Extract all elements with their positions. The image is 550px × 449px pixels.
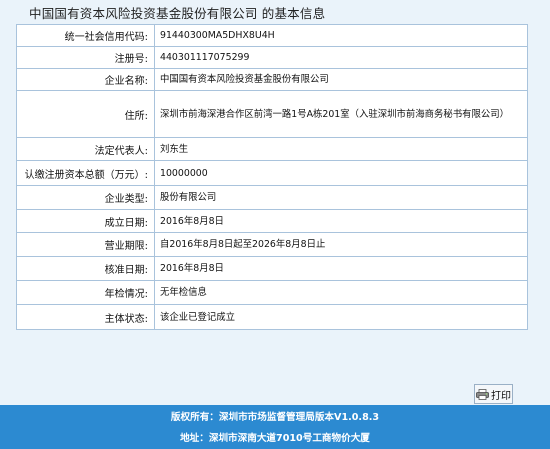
legal-representative-value: 刘东生 <box>154 137 528 161</box>
approval-date-label: 核准日期: <box>16 256 155 281</box>
entity-status-label: 主体状态: <box>16 304 155 330</box>
address-label: 住所: <box>16 90 155 138</box>
table-row-business-term: 营业期限: 自2016年8月8日起至2026年8月8日止 <box>16 232 528 257</box>
printer-icon <box>476 388 489 400</box>
table-row-company-type: 企业类型: 股份有限公司 <box>16 185 528 210</box>
table-row-registered-capital: 认缴注册资本总额（万元）: 10000000 <box>16 160 528 186</box>
print-button[interactable]: 打印 <box>474 384 513 404</box>
business-term-value: 自2016年8月8日起至2026年8月8日止 <box>154 232 528 257</box>
annual-inspection-label: 年检情况: <box>16 280 155 305</box>
registration-number-label: 注册号: <box>16 46 155 69</box>
credit-code-label: 统一社会信用代码: <box>16 24 155 47</box>
registered-capital-value: 10000000 <box>154 160 528 186</box>
business-term-label: 营业期限: <box>16 232 155 257</box>
table-row-approval-date: 核准日期: 2016年8月8日 <box>16 256 528 281</box>
entity-status-value: 该企业已登记成立 <box>154 304 528 330</box>
footer: 版权所有：深圳市市场监督管理局版本V1.0.8.3 地址：深圳市深南大道7010… <box>0 405 550 449</box>
established-date-value: 2016年8月8日 <box>154 209 528 233</box>
table-row-established-date: 成立日期: 2016年8月8日 <box>16 209 528 233</box>
company-type-value: 股份有限公司 <box>154 185 528 210</box>
registered-capital-label: 认缴注册资本总额（万元）: <box>16 160 155 186</box>
registration-number-value: 440301117075299 <box>154 46 528 69</box>
approval-date-value: 2016年8月8日 <box>154 256 528 281</box>
table-row-registration-number: 注册号: 440301117075299 <box>16 46 528 69</box>
footer-address: 地址：深圳市深南大道7010号工商物价大厦 <box>180 433 370 444</box>
annual-inspection-value: 无年检信息 <box>154 280 528 305</box>
legal-representative-label: 法定代表人: <box>16 137 155 161</box>
page-title: 中国国有资本风险投资基金股份有限公司 的基本信息 <box>29 6 326 21</box>
footer-copyright: 版权所有：深圳市市场监督管理局版本V1.0.8.3 <box>170 412 380 423</box>
table-row-credit-code: 统一社会信用代码: 91440300MA5DHX8U4H <box>16 24 528 47</box>
credit-code-value: 91440300MA5DHX8U4H <box>154 24 528 47</box>
table-row-company-name: 企业名称: 中国国有资本风险投资基金股份有限公司 <box>16 68 528 91</box>
basic-info-table: 统一社会信用代码: 91440300MA5DHX8U4H 注册号: 440301… <box>16 24 528 330</box>
table-row-annual-inspection: 年检情况: 无年检信息 <box>16 280 528 305</box>
table-row-legal-representative: 法定代表人: 刘东生 <box>16 137 528 161</box>
established-date-label: 成立日期: <box>16 209 155 233</box>
print-button-label: 打印 <box>491 390 511 402</box>
address-value: 深圳市前海深港合作区前湾一路1号A栋201室（入驻深圳市前海商务秘书有限公司） <box>154 90 528 138</box>
table-row-address: 住所: 深圳市前海深港合作区前湾一路1号A栋201室（入驻深圳市前海商务秘书有限… <box>16 90 528 138</box>
company-name-value: 中国国有资本风险投资基金股份有限公司 <box>154 68 528 91</box>
company-name-label: 企业名称: <box>16 68 155 91</box>
table-row-entity-status: 主体状态: 该企业已登记成立 <box>16 304 528 330</box>
company-type-label: 企业类型: <box>16 185 155 210</box>
